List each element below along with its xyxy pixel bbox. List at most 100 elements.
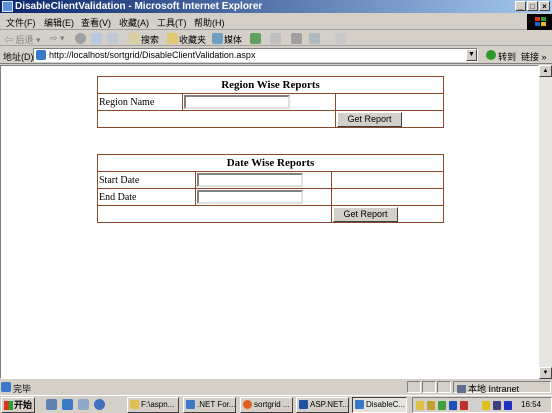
discuss-icon[interactable] — [335, 33, 346, 44]
tray-icon[interactable] — [493, 401, 501, 410]
home-icon[interactable] — [107, 33, 118, 44]
task-label: sortgrid ... — [254, 400, 290, 409]
edit-icon[interactable] — [309, 33, 320, 44]
task-label: F:\aspn... — [141, 400, 175, 409]
ime-icon[interactable] — [504, 401, 512, 410]
back-label: 后退 — [15, 35, 34, 45]
maximize-button[interactable]: □ — [527, 1, 538, 11]
go-arrow-icon[interactable] — [486, 50, 496, 60]
tray-icon[interactable] — [471, 401, 479, 410]
folder-icon — [130, 400, 139, 409]
address-label: 地址(D) — [3, 52, 34, 62]
zone-label: 本地 Intranet — [468, 384, 520, 394]
menu-tools[interactable]: 工具(T) — [157, 16, 187, 29]
go-button[interactable]: 转到 — [498, 50, 516, 63]
windows-logo-icon — [527, 14, 552, 30]
media-player-icon[interactable] — [94, 399, 105, 410]
status-text: 完毕 — [13, 384, 32, 394]
tray-icon[interactable] — [438, 401, 446, 410]
status-pane — [437, 381, 451, 393]
desktop-icon[interactable] — [46, 399, 57, 410]
status-pane — [422, 381, 436, 393]
region-get-report-button[interactable]: Get Report — [337, 111, 402, 127]
end-date-input[interactable] — [197, 190, 303, 204]
menu-view[interactable]: 查看(V) — [81, 16, 111, 29]
favorites-icon[interactable] — [167, 33, 178, 44]
date-report-table: Date Wise Reports Start Date End Date Ge… — [97, 154, 444, 223]
media-icon[interactable] — [212, 33, 223, 44]
scroll-down-button[interactable]: ▼ — [539, 367, 552, 379]
media-label[interactable]: 媒体 — [224, 33, 242, 46]
security-zone: 本地 Intranet — [457, 382, 519, 395]
app-icon — [243, 400, 252, 409]
region-report-header: Region Wise Reports — [97, 76, 444, 94]
menu-edit[interactable]: 编辑(E) — [44, 16, 74, 29]
empty-cell — [97, 205, 332, 223]
tray-icon[interactable] — [449, 401, 457, 410]
ie-icon — [2, 1, 13, 12]
clock: 16:54 — [521, 400, 542, 409]
windows-flag-icon — [4, 401, 13, 410]
address-input[interactable]: http://localhost/sortgrid/DisableClientV… — [33, 48, 478, 62]
stop-icon[interactable] — [75, 33, 86, 44]
start-button[interactable]: 开始 — [1, 397, 35, 413]
empty-cell — [335, 93, 444, 111]
address-url[interactable]: http://localhost/sortgrid/DisableClientV… — [49, 50, 255, 60]
task-button[interactable]: sortgrid ... — [240, 397, 293, 413]
task-label: ASP.NET... — [310, 400, 349, 409]
toolbar: ⇦ 后退 ▾ ⇨ ▾ 搜索 收藏夹 媒体 — [0, 31, 552, 46]
outlook-icon[interactable] — [78, 399, 89, 410]
taskbar: 开始 F:\aspn... .NET For... sortgrid ... A… — [0, 395, 552, 413]
menu-bar: 文件(F) 编辑(E) 查看(V) 收藏(A) 工具(T) 帮助(H) — [0, 14, 552, 30]
tray-icon[interactable] — [460, 401, 468, 410]
speaker-icon[interactable] — [416, 401, 424, 410]
task-button[interactable]: .NET For... — [183, 397, 236, 413]
menu-favorites[interactable]: 收藏(A) — [119, 16, 149, 29]
start-label: 开始 — [14, 400, 33, 410]
page-icon — [36, 50, 46, 60]
refresh-icon[interactable] — [91, 33, 102, 44]
page-content: Region Wise Reports Region Name Get Repo… — [0, 65, 539, 379]
links-button[interactable]: 链接 » — [521, 50, 547, 63]
task-button[interactable]: F:\aspn... — [127, 397, 179, 413]
search-label[interactable]: 搜索 — [141, 33, 159, 46]
ie-quicklaunch-icon[interactable] — [62, 399, 73, 410]
intranet-icon — [457, 385, 466, 393]
status-bar: 完毕 本地 Intranet — [0, 380, 552, 394]
system-tray: 16:54 — [412, 397, 552, 413]
scroll-up-button[interactable]: ▲ — [539, 65, 552, 77]
mail-icon[interactable] — [270, 33, 281, 44]
vertical-scrollbar[interactable]: ▲ ▼ — [539, 65, 552, 379]
region-report-table: Region Wise Reports Region Name Get Repo… — [97, 76, 444, 128]
title-bar: DisableClientValidation - Microsoft Inte… — [0, 0, 552, 13]
window-title: DisableClientValidation - Microsoft Inte… — [15, 1, 263, 12]
search-icon[interactable] — [129, 33, 140, 44]
region-name-label: Region Name — [97, 93, 183, 111]
date-get-report-button[interactable]: Get Report — [333, 206, 398, 222]
menu-file[interactable]: 文件(F) — [6, 16, 36, 29]
empty-cell — [97, 110, 336, 128]
tray-icon[interactable] — [427, 401, 435, 410]
task-label: DisableC... — [366, 400, 406, 409]
date-report-header: Date Wise Reports — [97, 154, 444, 172]
status-pane — [407, 381, 421, 393]
menu-help[interactable]: 帮助(H) — [194, 16, 225, 29]
task-label: .NET For... — [197, 400, 236, 409]
back-button[interactable]: ⇦ 后退 ▾ — [4, 33, 41, 46]
end-date-label: End Date — [97, 188, 196, 206]
tray-icon[interactable] — [482, 401, 490, 410]
region-name-input[interactable] — [184, 95, 290, 109]
print-icon[interactable] — [291, 33, 302, 44]
forward-button[interactable]: ⇨ ▾ — [50, 33, 65, 44]
empty-cell — [331, 188, 444, 206]
address-dropdown-button[interactable]: ▼ — [466, 49, 477, 61]
start-date-input[interactable] — [197, 173, 303, 187]
favorites-label[interactable]: 收藏夹 — [179, 33, 206, 46]
task-button-active[interactable]: DisableC... — [352, 397, 407, 413]
ie-icon — [186, 400, 195, 409]
minimize-button[interactable]: _ — [515, 1, 526, 11]
close-button[interactable]: × — [539, 1, 550, 11]
task-button[interactable]: ASP.NET... — [296, 397, 349, 413]
page-status-icon — [1, 382, 11, 392]
history-icon[interactable] — [250, 33, 261, 44]
